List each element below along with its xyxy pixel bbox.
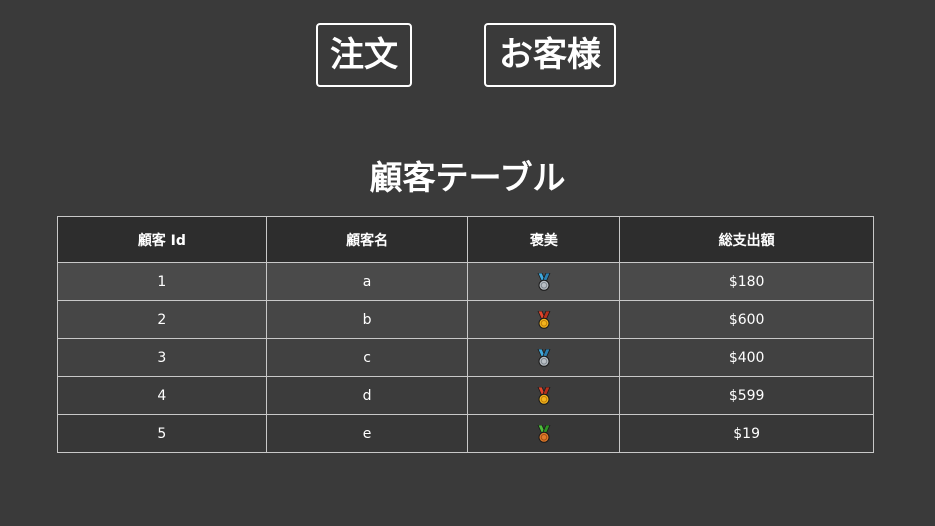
gold-medal-icon bbox=[536, 310, 552, 329]
customer-id-cell: 4 bbox=[57, 376, 267, 415]
header-customer-id: 顧客 Id bbox=[57, 216, 267, 263]
total-spent-cell: $599 bbox=[619, 376, 874, 415]
reward-cell bbox=[467, 262, 621, 301]
customer-name-cell: d bbox=[265, 376, 469, 415]
customer-name-cell: b bbox=[265, 300, 469, 339]
customer-id-cell: 2 bbox=[57, 300, 267, 339]
bronze-medal-icon bbox=[536, 424, 552, 443]
customer-table: 顧客 Id 顧客名 褒美 総支出額 1 a $180 2 b $600 3 c … bbox=[57, 216, 874, 453]
table-row: 1 a $180 bbox=[57, 262, 874, 301]
top-nav: 注文 お客様 bbox=[0, 23, 935, 87]
customer-name-cell: e bbox=[265, 414, 469, 453]
silver-medal-icon bbox=[536, 348, 552, 367]
customer-name-cell: c bbox=[265, 338, 469, 377]
total-spent-cell: $600 bbox=[619, 300, 874, 339]
total-spent-cell: $19 bbox=[619, 414, 874, 453]
silver-medal-icon bbox=[536, 272, 552, 291]
table-row: 5 e $19 bbox=[57, 414, 874, 453]
customers-button[interactable]: お客様 bbox=[484, 23, 616, 87]
orders-button[interactable]: 注文 bbox=[316, 23, 412, 87]
table-row: 3 c $400 bbox=[57, 338, 874, 377]
customer-id-cell: 3 bbox=[57, 338, 267, 377]
header-total-spent: 総支出額 bbox=[619, 216, 874, 263]
total-spent-cell: $400 bbox=[619, 338, 874, 377]
page-title: 顧客テーブル bbox=[369, 158, 566, 197]
reward-cell bbox=[467, 414, 621, 453]
reward-cell bbox=[467, 338, 621, 377]
reward-cell bbox=[467, 376, 621, 415]
reward-cell bbox=[467, 300, 621, 339]
header-reward: 褒美 bbox=[467, 216, 621, 263]
table-header-row: 顧客 Id 顧客名 褒美 総支出額 bbox=[57, 216, 874, 263]
customer-id-cell: 5 bbox=[57, 414, 267, 453]
header-customer-name: 顧客名 bbox=[265, 216, 469, 263]
gold-medal-icon bbox=[536, 386, 552, 405]
customer-id-cell: 1 bbox=[57, 262, 267, 301]
customer-name-cell: a bbox=[265, 262, 469, 301]
total-spent-cell: $180 bbox=[619, 262, 874, 301]
table-row: 4 d $599 bbox=[57, 376, 874, 415]
table-row: 2 b $600 bbox=[57, 300, 874, 339]
